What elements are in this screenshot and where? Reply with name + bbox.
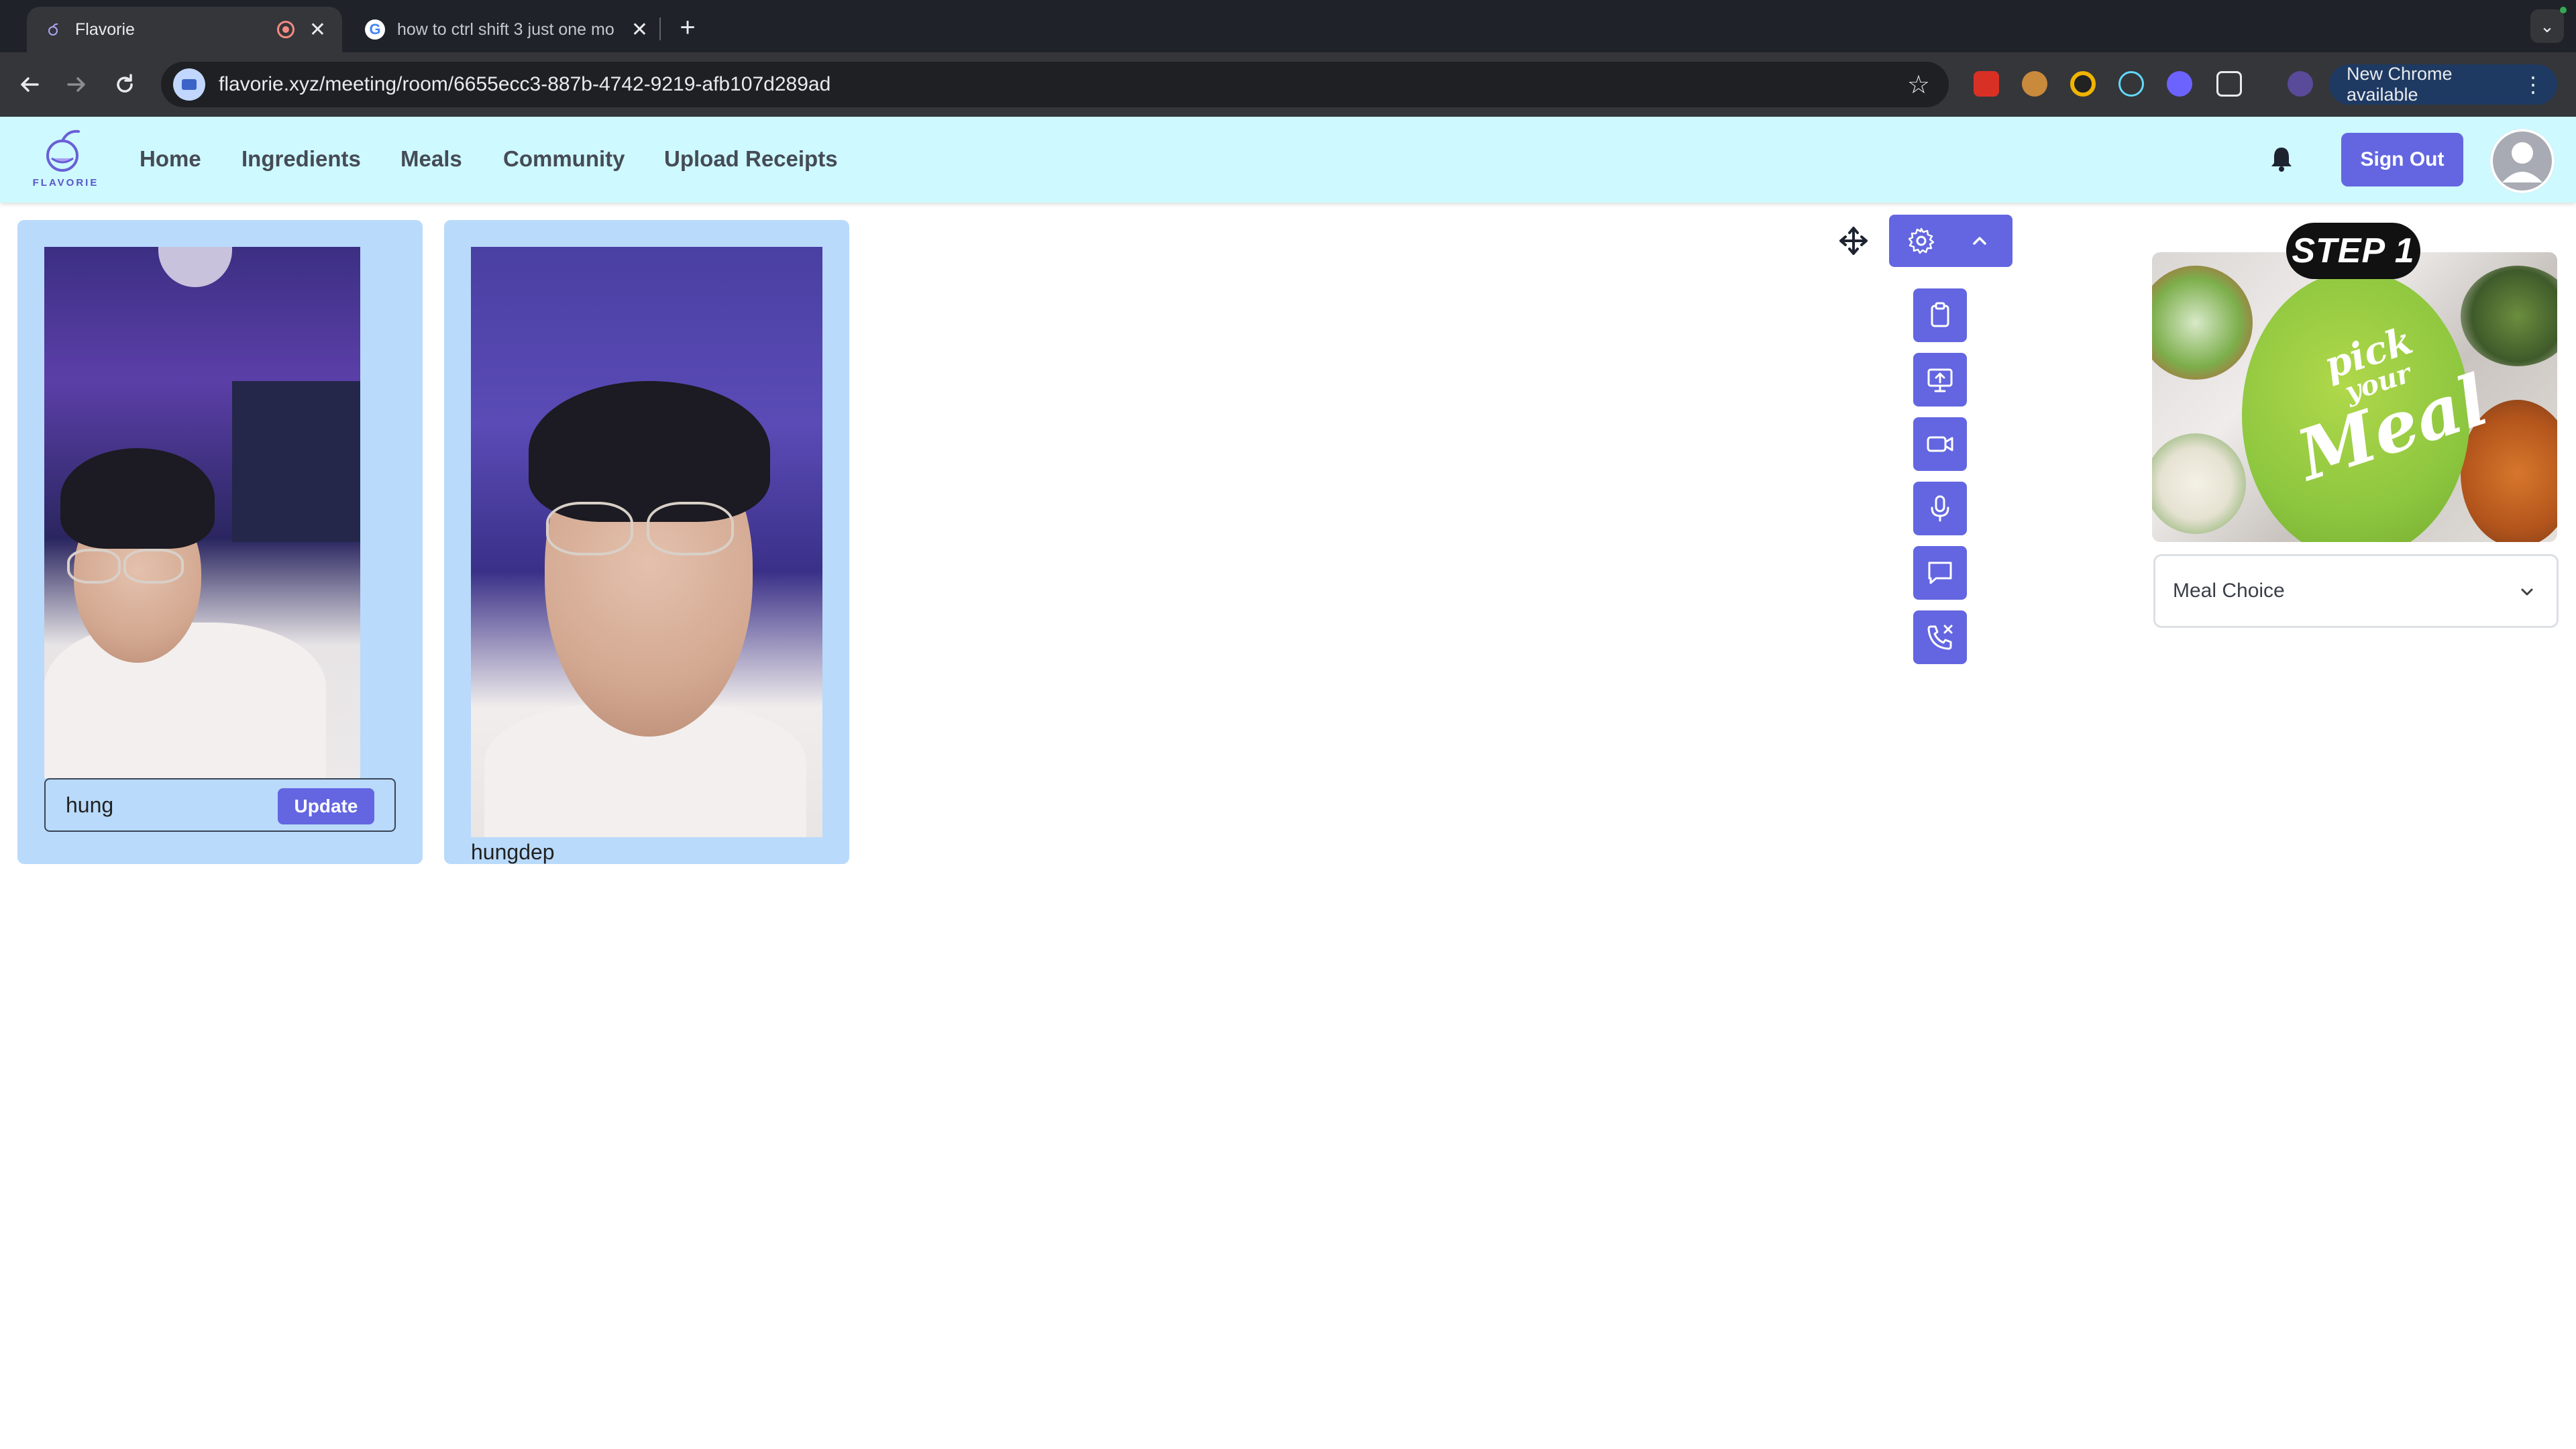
screen-share-icon — [1927, 368, 1953, 392]
profile-avatar-icon[interactable] — [2288, 71, 2313, 97]
new-tab-button[interactable]: + — [671, 11, 704, 44]
google-favicon-icon: G — [365, 19, 385, 40]
participant-tile-local: hung Update — [17, 220, 423, 864]
back-icon[interactable] — [13, 68, 46, 101]
nav-link-upload-receipts[interactable]: Upload Receipts — [664, 146, 838, 172]
end-call-button[interactable] — [1913, 610, 1967, 664]
nav-link-home[interactable]: Home — [140, 146, 201, 172]
bookmark-star-icon[interactable]: ☆ — [1907, 70, 1930, 100]
pick-your-meal-banner: pick your Meal — [2152, 252, 2557, 542]
tab-title: Flavorie — [75, 19, 135, 39]
extension-react-icon[interactable] — [2118, 71, 2144, 97]
chrome-update-button[interactable]: New Chrome available ⋮ — [2329, 64, 2557, 105]
chat-icon — [1928, 561, 1952, 584]
app-navbar: FLAVORIE Home Ingredients Meals Communit… — [0, 117, 2576, 203]
extension-cookie-icon[interactable] — [2022, 71, 2047, 97]
gear-icon[interactable] — [1907, 226, 1936, 256]
kebab-menu-icon: ⋮ — [2522, 72, 2544, 97]
nav-link-meals[interactable]: Meals — [400, 146, 462, 172]
chrome-update-label: New Chrome available — [2347, 64, 2453, 105]
meal-choice-select[interactable]: Meal Choice — [2153, 554, 2559, 628]
forward-icon[interactable] — [60, 68, 93, 101]
update-dot — [2560, 7, 2567, 13]
meal-choice-value: Meal Choice — [2173, 580, 2285, 602]
url-text: flavorie.xyz/meeting/room/6655ecc3-887b-… — [219, 73, 831, 95]
user-avatar-icon — [2490, 129, 2555, 193]
video-toggle-button[interactable] — [1913, 417, 1967, 471]
controls-header — [1889, 215, 2012, 267]
reload-icon[interactable] — [109, 68, 141, 101]
nav-link-ingredients[interactable]: Ingredients — [241, 146, 361, 172]
video-icon — [1927, 436, 1953, 452]
move-icon[interactable] — [1838, 225, 1869, 256]
participant-name-value: hung — [66, 792, 114, 817]
screen-share-button[interactable] — [1913, 353, 1967, 407]
chevron-up-icon[interactable] — [1968, 229, 1991, 252]
close-tab-icon[interactable]: ✕ — [309, 18, 326, 42]
local-video-feed — [44, 247, 360, 778]
chat-button[interactable] — [1913, 546, 1967, 600]
step-badge: STEP 1 — [2286, 223, 2420, 279]
clipboard-button[interactable] — [1913, 288, 1967, 342]
browser-tab-bar: Flavorie ✕ G how to ctrl shift 3 just on… — [0, 0, 2576, 52]
participant-tile-remote: hungdep — [444, 220, 849, 864]
tab-search-button[interactable]: ⌄ — [2530, 9, 2564, 43]
recording-icon — [276, 21, 294, 38]
bell-icon[interactable] — [2266, 144, 2297, 174]
site-info-icon[interactable] — [173, 68, 205, 101]
sign-out-button[interactable]: Sign Out — [2341, 133, 2463, 186]
extension-circle-icon[interactable] — [2070, 71, 2096, 97]
end-call-icon — [1927, 625, 1953, 650]
extensions-puzzle-icon[interactable] — [2216, 71, 2242, 97]
close-tab-icon[interactable]: ✕ — [631, 18, 648, 42]
chevron-down-icon — [2518, 583, 2536, 602]
flavorie-logo-icon — [46, 129, 80, 172]
nav-link-community[interactable]: Community — [503, 146, 625, 172]
extension-sun-icon[interactable] — [2167, 71, 2192, 97]
microphone-icon — [1931, 495, 1949, 522]
flavorie-logo[interactable]: FLAVORIE — [32, 127, 99, 195]
participant-name-field[interactable]: hung Update — [44, 778, 396, 832]
address-bar[interactable]: flavorie.xyz/meeting/room/6655ecc3-887b-… — [161, 62, 1949, 107]
tab-google-search[interactable]: G how to ctrl shift 3 just one mo ✕ — [349, 7, 664, 52]
logo-text: FLAVORIE — [32, 177, 99, 189]
participant-name-label: hungdep — [471, 840, 555, 864]
extension-red-icon[interactable] — [1974, 71, 1999, 97]
flavorie-favicon-icon — [43, 19, 63, 40]
update-name-button[interactable]: Update — [278, 788, 374, 824]
microphone-toggle-button[interactable] — [1913, 482, 1967, 535]
tab-flavorie[interactable]: Flavorie ✕ — [27, 7, 342, 52]
remote-video-feed — [471, 247, 822, 837]
user-avatar[interactable] — [2490, 129, 2555, 193]
tab-title: how to ctrl shift 3 just one mo — [397, 19, 614, 39]
clipboard-icon — [1931, 302, 1949, 327]
